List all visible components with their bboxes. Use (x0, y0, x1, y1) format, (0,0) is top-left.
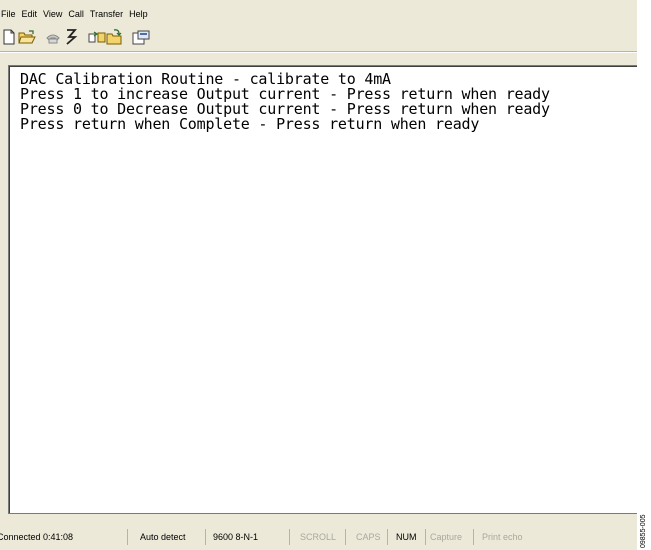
menu-edit[interactable]: Edit (19, 9, 41, 19)
menu-help[interactable]: Help (126, 9, 151, 19)
open-folder-icon[interactable] (18, 28, 36, 46)
status-caps-lock: CAPS (346, 529, 388, 545)
menu-file[interactable]: File (0, 9, 19, 19)
status-scroll-lock: SCROLL (290, 529, 346, 545)
terminal-line: Press return when Complete - Press retur… (20, 115, 480, 133)
status-capture: Capture (426, 529, 474, 545)
status-auto-detect: Auto detect (128, 529, 206, 545)
menu-bar: File Edit View Call Transfer Help (0, 6, 637, 22)
status-bar: Connected 0:41:08 Auto detect 9600 8-N-1… (0, 527, 637, 547)
disconnect-phone-icon[interactable] (44, 28, 62, 46)
terminal-screen[interactable]: DAC Calibration Routine - calibrate to 4… (8, 65, 637, 514)
menu-transfer[interactable]: Transfer (87, 9, 126, 19)
hyperterminal-window: File Edit View Call Transfer Help DAC Ca… (0, 0, 637, 550)
menu-view[interactable]: View (40, 9, 65, 19)
menu-call[interactable]: Call (65, 9, 87, 19)
status-num-lock: NUM (388, 529, 426, 545)
status-connected-time: Connected 0:41:08 (0, 529, 128, 545)
toolbar (0, 26, 637, 48)
send-receive-icon[interactable] (88, 28, 106, 46)
properties-icon[interactable] (132, 28, 150, 46)
terminal-output: DAC Calibration Routine - calibrate to 4… (9, 66, 637, 132)
figure-id-label: 09855-005 (640, 514, 647, 548)
status-print-echo: Print echo (482, 532, 523, 542)
status-baud-settings: 9600 8-N-1 (206, 529, 290, 545)
new-document-icon[interactable] (0, 28, 18, 46)
dial-phone-icon[interactable] (62, 28, 80, 46)
toolbar-divider-highlight (0, 52, 637, 53)
receive-file-icon[interactable] (106, 28, 124, 46)
